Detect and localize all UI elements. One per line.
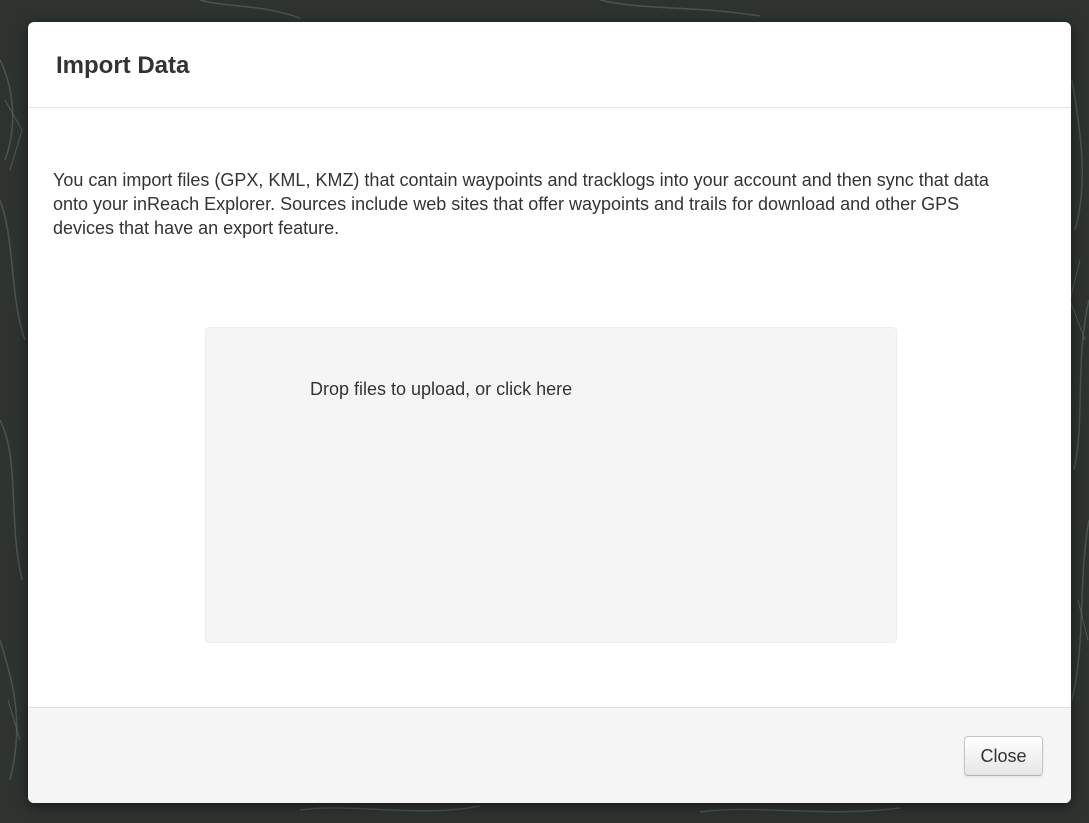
dialog-title: Import Data <box>56 52 190 79</box>
dropzone-message: Drop files to upload, or click here <box>310 379 573 399</box>
dialog-footer: Close <box>28 707 1071 803</box>
import-description: You can import files (GPX, KML, KMZ) tha… <box>53 170 989 238</box>
dialog-header: Import Data <box>28 22 1071 108</box>
file-dropzone[interactable]: Drop files to upload, or click here <box>205 327 897 643</box>
close-button[interactable]: Close <box>964 736 1043 776</box>
dialog-body: You can import files (GPX, KML, KMZ) tha… <box>28 108 1071 707</box>
import-data-dialog: Import Data You can import files (GPX, K… <box>28 22 1071 803</box>
